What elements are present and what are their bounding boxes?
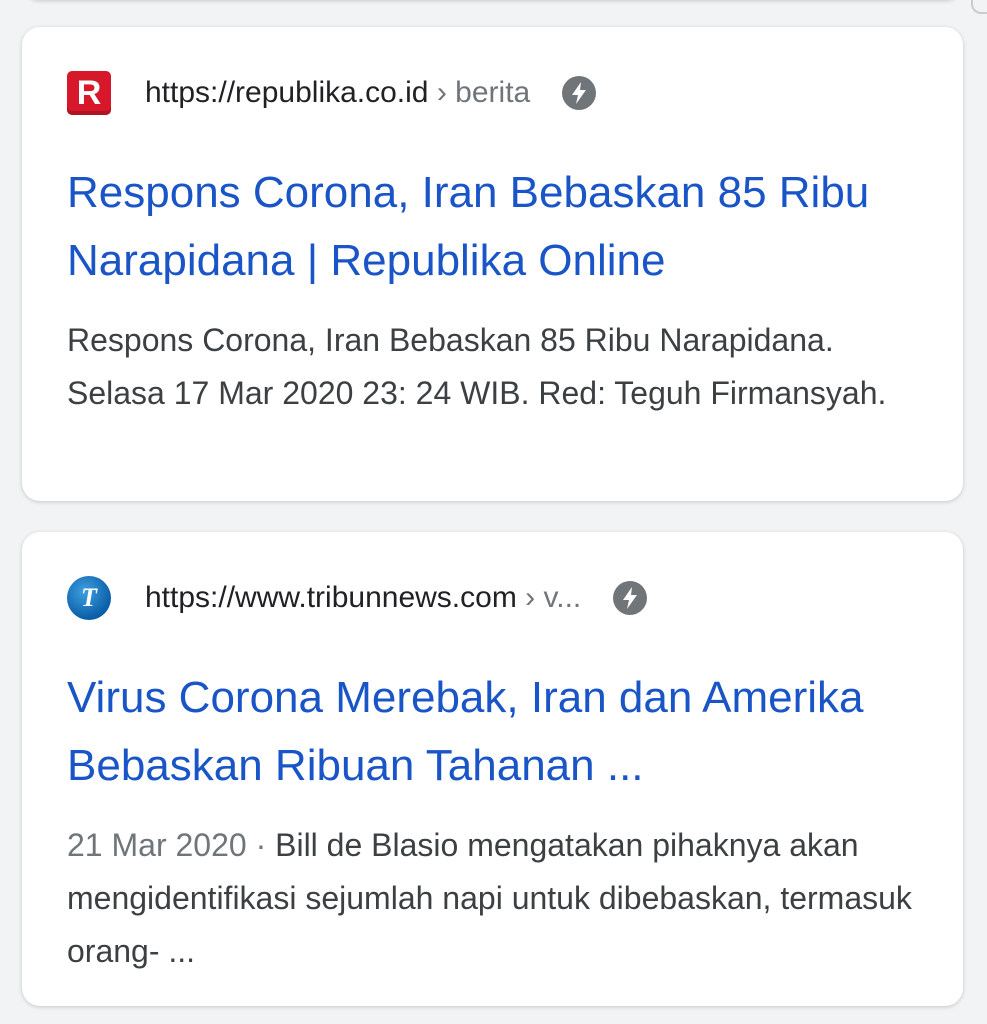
lightning-bolt-shape: [623, 587, 638, 609]
breadcrumb-text: › v...: [525, 581, 582, 614]
search-result-card[interactable]: R https://republika.co.id › berita Respo…: [22, 27, 963, 501]
scroll-corner-indicator: [971, 0, 987, 14]
result-date: 21 Mar 2020 ·: [67, 827, 276, 863]
result-source-row[interactable]: R https://republika.co.id › berita: [67, 71, 597, 115]
breadcrumb-text: › berita: [436, 76, 531, 109]
result-url[interactable]: https://www.tribunnews.com: [145, 581, 517, 615]
favicon-letter: R: [76, 73, 102, 112]
result-snippet-text: Respons Corona, Iran Bebaskan 85 Ribu Na…: [67, 322, 887, 411]
result-title-link[interactable]: Virus Corona Merebak, Iran dan Amerika B…: [67, 664, 927, 800]
favicon-letter: T: [81, 583, 97, 612]
search-result-card[interactable]: T https://www.tribunnews.com › v... Viru…: [22, 532, 963, 1006]
result-snippet: Respons Corona, Iran Bebaskan 85 Ribu Na…: [67, 314, 927, 420]
result-breadcrumb: › v...: [517, 581, 581, 615]
lightning-icon: [562, 76, 597, 110]
lightning-bolt-shape: [572, 82, 587, 104]
result-title-link[interactable]: Respons Corona, Iran Bebaskan 85 Ribu Na…: [67, 159, 927, 295]
result-breadcrumb: › berita: [429, 76, 531, 110]
result-source-row[interactable]: T https://www.tribunnews.com › v...: [67, 576, 648, 620]
tribunnews-favicon-icon: T: [67, 576, 111, 620]
republika-favicon-icon: R: [67, 71, 111, 115]
lightning-icon: [613, 581, 648, 615]
result-snippet: 21 Mar 2020 · Bill de Blasio mengatakan …: [67, 819, 927, 978]
result-url[interactable]: https://republika.co.id: [145, 76, 429, 110]
